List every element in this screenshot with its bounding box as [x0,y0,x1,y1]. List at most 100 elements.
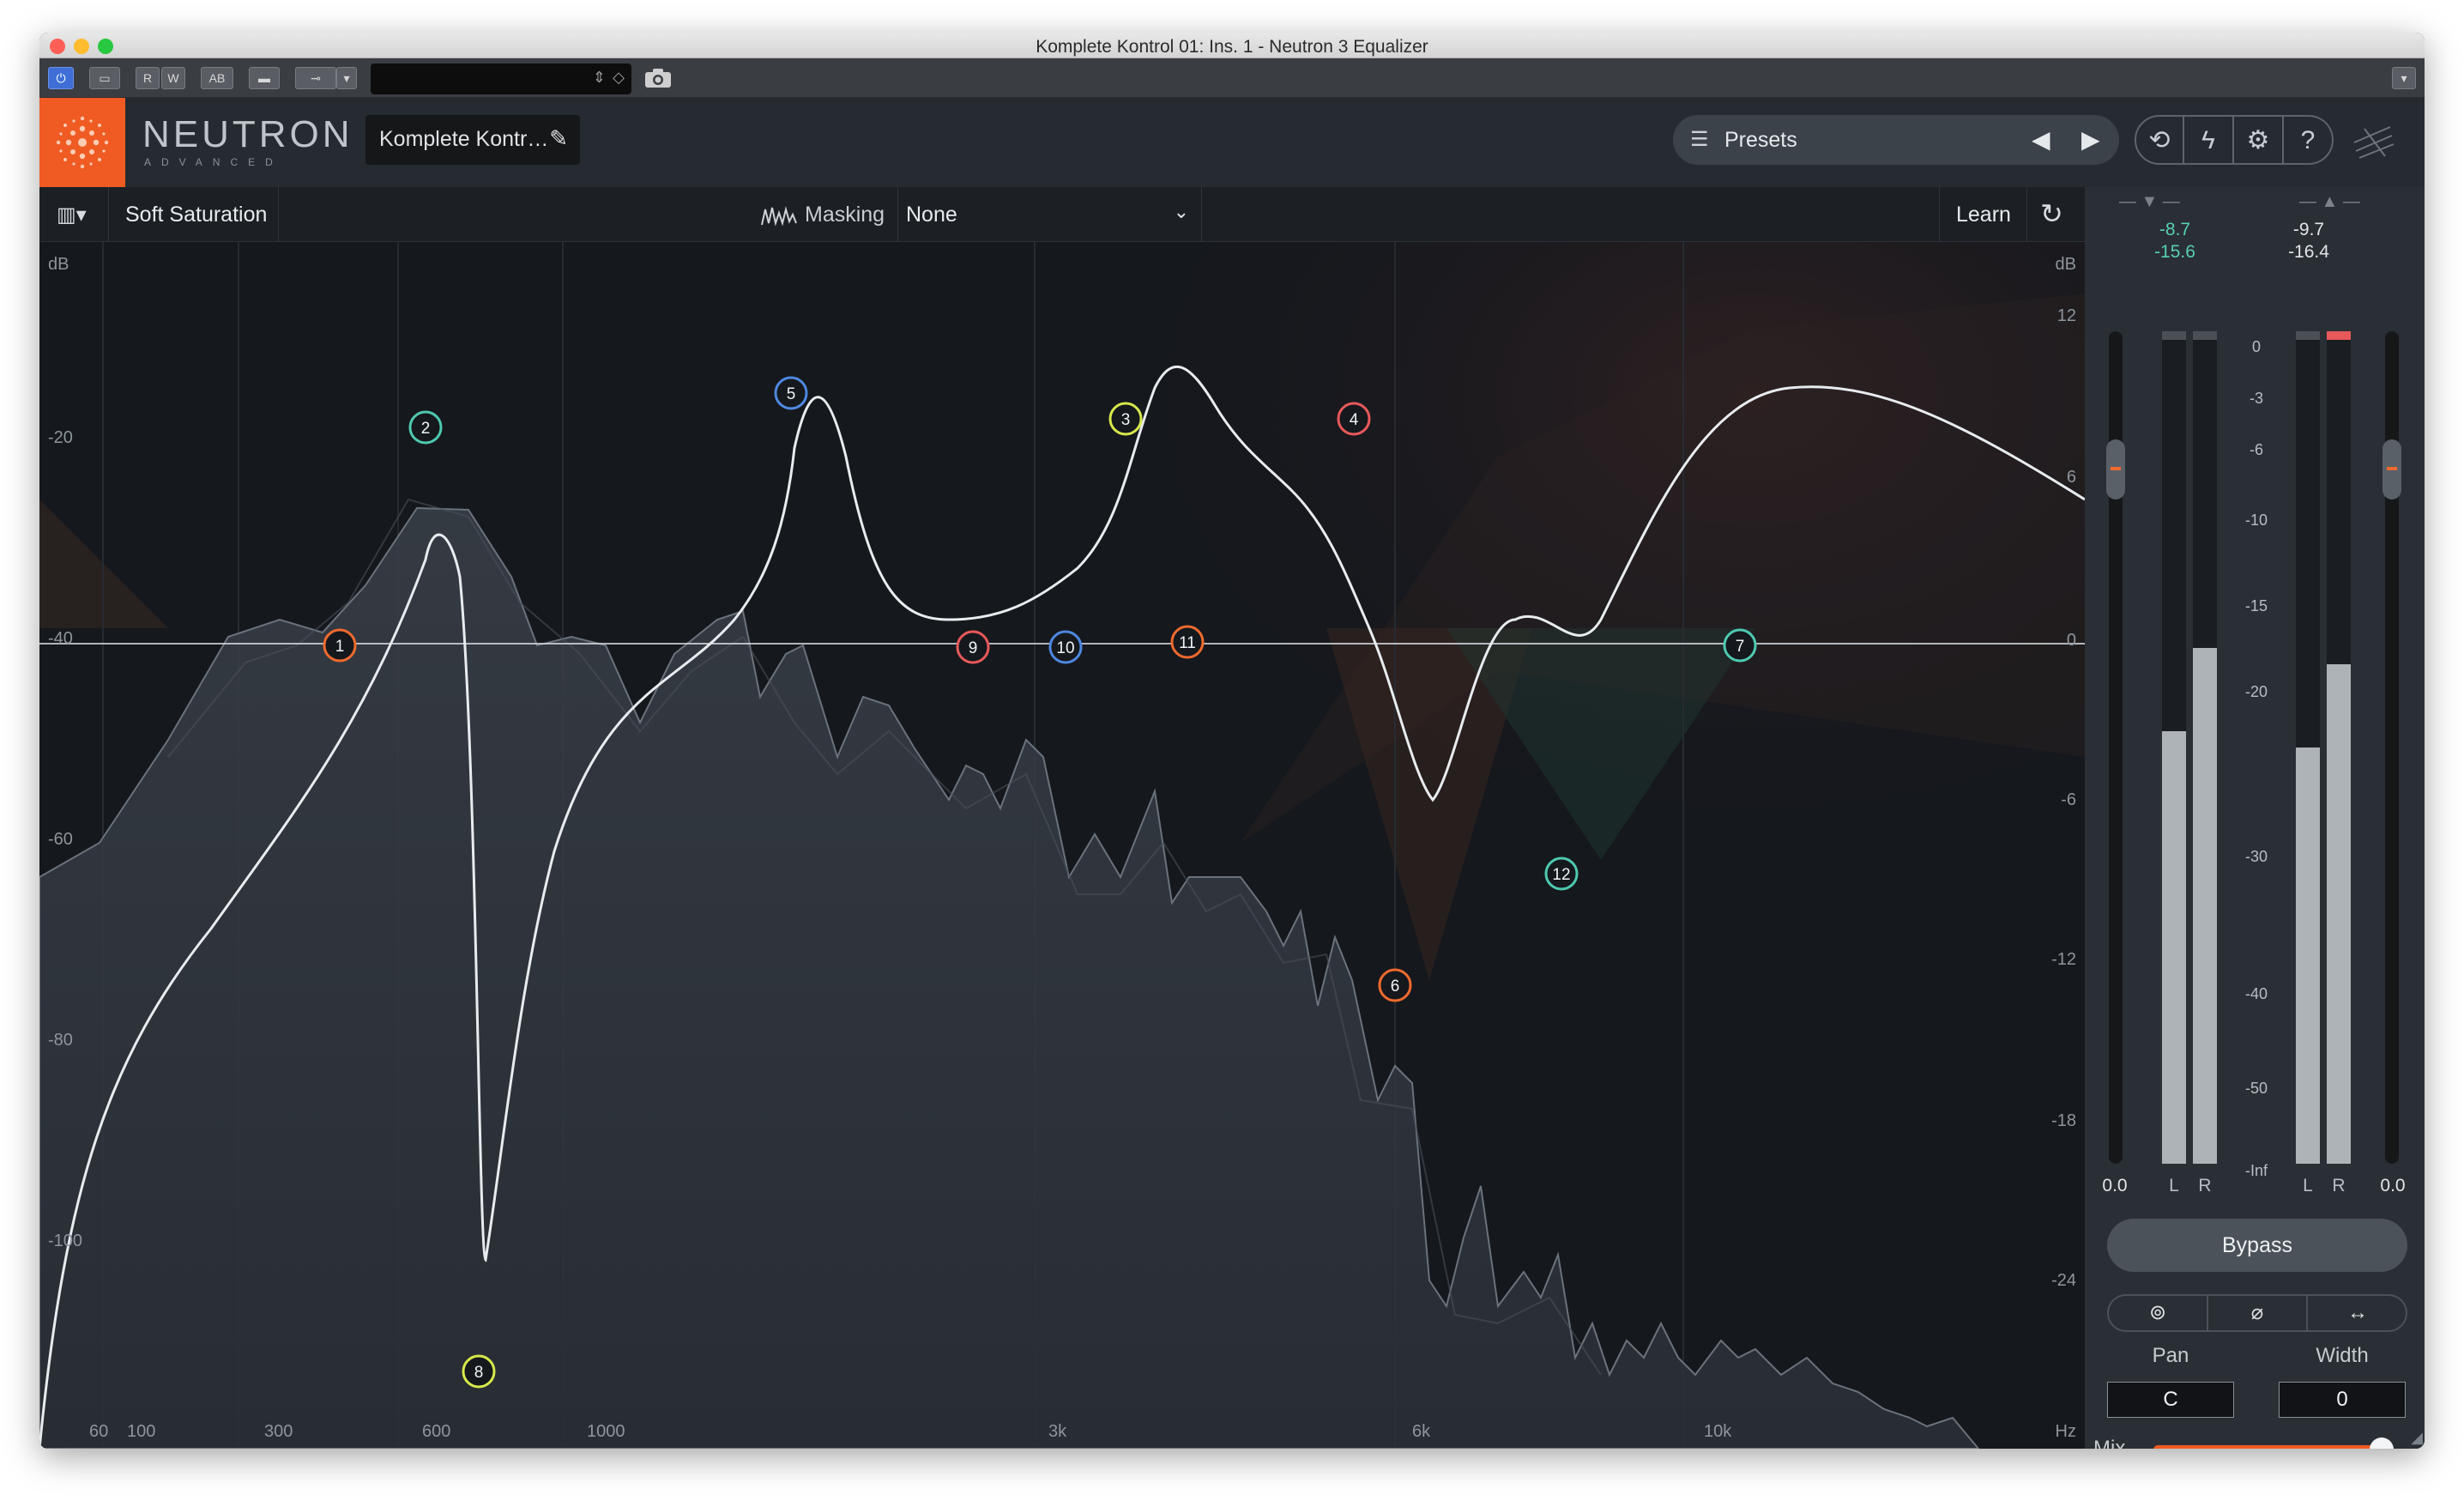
meter-scale-label: -Inf [2244,1162,2268,1179]
sidechain-button[interactable]: ⊸ [295,67,336,89]
ab-compare-button[interactable]: AB [201,67,233,89]
input-meter-left [2162,331,2186,1164]
output-gain-value[interactable]: 0.0 [2371,1176,2414,1196]
power-button[interactable]: ⏻ [48,67,74,89]
input-gain-fader-track[interactable] [2106,331,2125,1164]
eq-node-2[interactable]: 2 [408,410,443,445]
eq-node-1[interactable]: 1 [323,628,357,663]
eq-node-3[interactable]: 3 [1108,402,1143,436]
right-axis-unit: dB [2056,255,2076,274]
read-automation-button[interactable]: R [136,67,160,89]
mix-slider-track[interactable] [2153,1438,2394,1449]
eq-node-4[interactable]: 4 [1337,402,1371,436]
eq-toolbar: ▥▾ Soft Saturation Masking None ⌄ Learn … [39,187,2085,242]
phase-invert-icon[interactable]: ⌀ [2208,1296,2308,1330]
lightning-icon[interactable]: ϟ [2184,115,2234,165]
eq-node-label: 3 [1121,411,1131,429]
history-icon[interactable]: ⟲ [2135,115,2184,165]
host-collapse-button[interactable]: ▾ [2392,67,2416,89]
meter-scale-label: 0 [2251,338,2261,355]
left-axis-label: -40 [48,629,73,648]
input-meter-toggle-icon[interactable]: — ▼ — [2119,192,2180,212]
eq-node-5[interactable]: 5 [774,376,808,410]
frequency-label: 6k [1412,1422,1431,1441]
pan-field[interactable]: C [2107,1382,2234,1418]
output-peak-readout: -9.7 [2292,220,2325,239]
mix-slider-handle[interactable] [2370,1438,2394,1449]
eq-node-label: 7 [1736,638,1745,656]
left-axis-unit: dB [48,255,69,274]
izotope-logo[interactable] [39,98,125,187]
frequency-label: 3k [1048,1422,1067,1441]
help-icon[interactable]: ? [2284,115,2334,165]
output-clip-indicator[interactable] [2327,331,2351,340]
eq-node-6[interactable]: 6 [1378,968,1412,1002]
pencil-icon[interactable]: ✎ [549,125,568,152]
eq-node-12[interactable]: 12 [1544,856,1579,891]
output-meter-toggle-icon[interactable]: — ▲ — [2299,192,2360,212]
right-axis-label: 6 [2067,468,2076,487]
right-axis-label: -12 [2051,950,2076,969]
module-view-icon[interactable]: ▥▾ [57,203,87,227]
output-gain-fader-track[interactable] [2382,331,2401,1164]
bypass-button[interactable]: Bypass [2107,1219,2407,1272]
right-axis-label: -24 [2051,1271,2076,1290]
meter-scale-label: -40 [2244,985,2268,1002]
eq-node-11[interactable]: 11 [1170,625,1205,659]
width-field[interactable]: 0 [2279,1382,2406,1418]
diamond-icon: ◇ [613,69,625,86]
frequency-label: 10k [1704,1422,1732,1441]
left-axis-label: -20 [48,428,73,447]
host-preset-field[interactable]: ⇕ ◇ [371,64,631,94]
learn-button[interactable]: Learn [1956,203,2011,227]
frequency-label: 600 [422,1422,450,1441]
previous-preset-button[interactable]: ◀ [2032,125,2050,154]
product-name: NEUTRON [142,113,353,155]
resize-grip-icon[interactable]: ◢ [2411,1429,2423,1447]
presets-label: Presets [1724,128,1797,152]
meter-scale-label: -30 [2244,848,2268,865]
input-gain-fader-handle[interactable] [2106,439,2125,499]
preset-name-field[interactable]: Komplete Kontr… ✎ [365,115,580,165]
eq-node-9[interactable]: 9 [956,630,990,664]
frequency-label: 60 [89,1422,108,1441]
input-rms-readout: -15.6 [2154,242,2195,262]
eq-node-label: 6 [1391,978,1400,996]
refresh-icon[interactable]: ↻ [2040,197,2063,230]
meter-scale-label: -50 [2244,1080,2268,1097]
settings-copy-button[interactable]: ▬ [249,67,280,89]
swap-channels-icon[interactable]: ↔ [2308,1296,2407,1330]
width-label: Width [2316,1344,2369,1367]
output-rms-readout: -16.4 [2288,242,2329,262]
output-left-label: L [2303,1176,2313,1195]
output-gain-fader-handle[interactable] [2382,439,2401,499]
masking-select[interactable]: None ⌄ [897,187,1201,242]
module-name[interactable]: Soft Saturation [125,203,267,227]
camera-icon[interactable] [643,67,673,89]
eq-node-7[interactable]: 7 [1723,628,1757,663]
next-preset-button[interactable]: ▶ [2081,125,2100,154]
write-automation-button[interactable]: W [161,67,185,89]
presets-bar[interactable]: ☰ Presets ◀ ▶ [1673,115,2119,165]
left-axis-label: -100 [48,1232,82,1250]
input-gain-value[interactable]: 0.0 [2093,1176,2136,1196]
input-left-label: L [2169,1176,2179,1195]
host-menu-button[interactable]: ▾ [336,67,357,89]
eq-node-10[interactable]: 10 [1048,630,1083,664]
eq-node-8[interactable]: 8 [462,1354,496,1389]
compare-button[interactable]: ▭ [89,67,120,89]
meter-scale-label: -15 [2244,597,2268,614]
eq-node-label: 1 [335,638,345,656]
visual-mixer-icon[interactable] [2347,117,2399,165]
io-meters-panel: — ▼ — — ▲ — -8.7 -15.6 -9.7 -16.4 0 -3 -6 -… [2085,187,2425,1449]
frequency-label: 100 [127,1422,155,1441]
eq-display[interactable]: dB dB -20 -40 -60 -80 -100 12 6 0 -6 -12 -18 -24 60 100… [39,242,2085,1449]
plugin-header: NEUTRON ADVANCED Komplete Kontr… ✎ ☰ Pre… [39,98,2425,187]
eq-node-label: 4 [1350,411,1359,429]
stepper-icon[interactable]: ⇕ [593,69,606,87]
gear-icon[interactable]: ⚙ [2234,115,2284,165]
frequency-label: 1000 [587,1422,625,1441]
eq-node-label: 10 [1056,639,1074,657]
stereo-link-icon[interactable]: ⊚ [2109,1296,2208,1330]
eq-node-label: 9 [969,639,978,657]
